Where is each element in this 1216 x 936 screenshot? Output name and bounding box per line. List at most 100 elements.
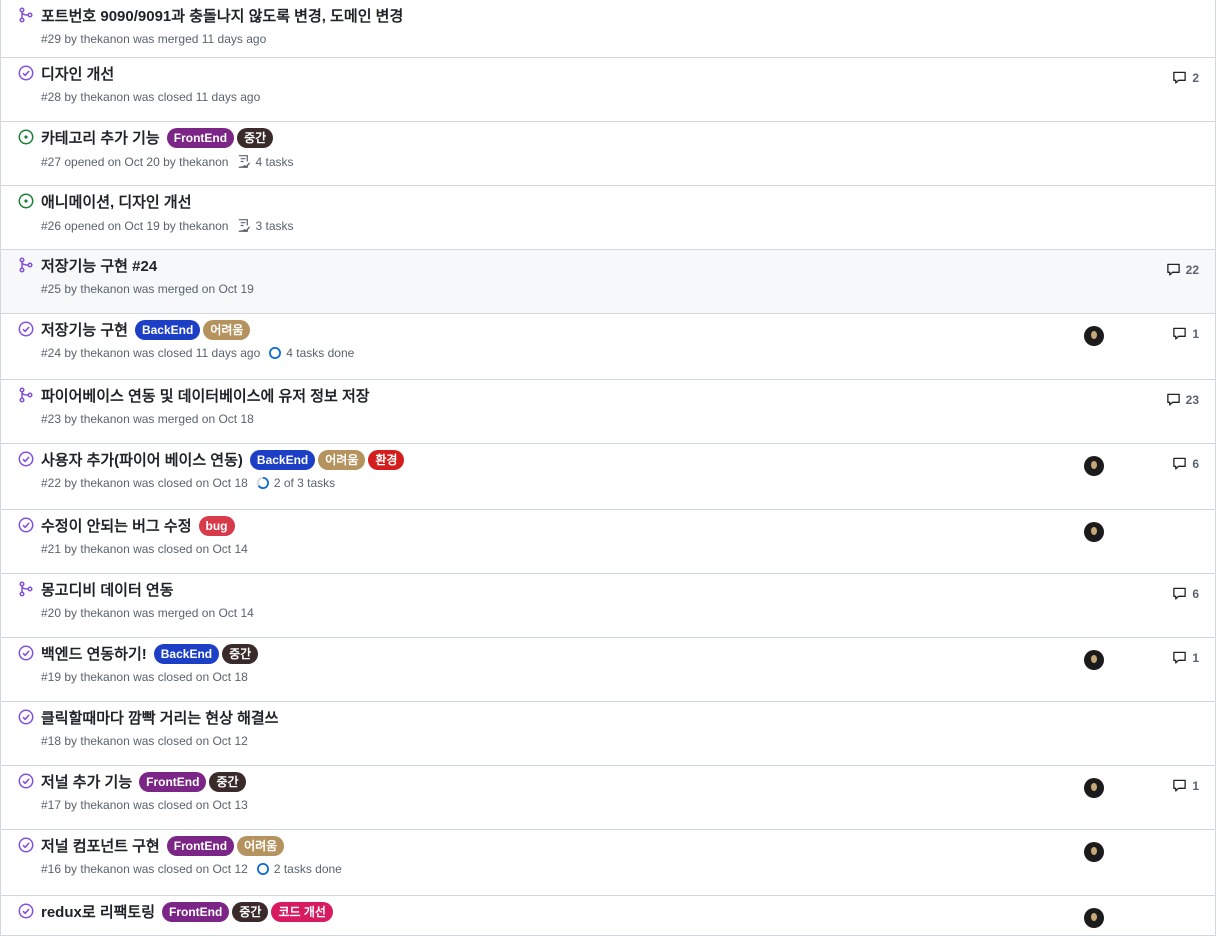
labels: FrontEnd 중간 [136, 771, 246, 792]
labels: FrontEnd 어려움 [164, 835, 285, 856]
issue-meta: #18 by thekanon was closed on Oct 12 [41, 734, 248, 748]
assignee-avatar[interactable] [1084, 778, 1104, 798]
label-badge[interactable]: bug [198, 515, 235, 536]
title-line: 디자인 개선 [41, 63, 114, 84]
comment-icon [1172, 650, 1192, 665]
task-progress: 4 tasks [236, 154, 294, 169]
list-item[interactable]: 디자인 개선 #28 by thekanon was closed 11 days… [1, 58, 1215, 122]
task-progress-text: 4 tasks [255, 154, 294, 169]
comment-count: 2 [1192, 70, 1199, 85]
closed-state-icon [18, 645, 34, 661]
list-item[interactable]: 저널 추가 기능 FrontEnd 중간 #17 by thekanon was cl… [1, 766, 1215, 830]
task-progress: 2 of 3 tasks [256, 476, 335, 490]
title-line: 저널 컴포넌트 구현 FrontEnd 어려움 [41, 835, 285, 856]
issue-meta-text: #20 by thekanon was merged on Oct 14 [41, 606, 254, 620]
list-item[interactable]: 사용자 추가(파이어 베이스 연동) BackEnd 어려움 환경 #22 by the… [1, 444, 1215, 510]
label-badge[interactable]: FrontEnd [166, 127, 235, 148]
title-line: 백엔드 연동하기! BackEnd 중간 [41, 643, 259, 664]
closed-state-icon [18, 903, 34, 919]
list-item[interactable]: 클릭할때마다 깜빡 거리는 현상 해결쓰 #18 by thekanon was … [1, 702, 1215, 766]
labels: BackEnd 어려움 [132, 319, 251, 340]
issue-meta: #26 opened on Oct 19 by thekanon 3 tasks [41, 218, 294, 233]
assignee-avatar[interactable] [1084, 842, 1104, 862]
issue-title-link[interactable]: 저널 추가 기능 [41, 771, 132, 792]
label-badge[interactable]: BackEnd [134, 319, 201, 340]
list-item[interactable]: 백엔드 연동하기! BackEnd 중간 #19 by thekanon was cl… [1, 638, 1215, 702]
list-item[interactable]: redux로 리팩토링 FrontEnd 중간 코드 개선 [1, 896, 1215, 936]
title-line: 애니메이션, 디자인 개선 [41, 191, 192, 212]
issue-meta-text: #21 by thekanon was closed on Oct 14 [41, 542, 248, 556]
label-badge[interactable]: 코드 개선 [271, 901, 333, 922]
assignee-avatar[interactable] [1084, 522, 1104, 542]
comments-link[interactable]: 1 [1172, 650, 1199, 665]
list-item[interactable]: 저장기능 구현 #24 #25 by thekanon was merged on… [1, 250, 1215, 314]
issue-meta: #17 by thekanon was closed on Oct 13 [41, 798, 248, 812]
title-line: 클릭할때마다 깜빡 거리는 현상 해결쓰 [41, 707, 278, 728]
labels: BackEnd 중간 [151, 643, 259, 664]
label-badge[interactable]: FrontEnd [166, 835, 235, 856]
comments-link[interactable]: 2 [1172, 70, 1199, 85]
issue-title-link[interactable]: redux로 리팩토링 [41, 901, 155, 922]
list-item[interactable]: 저장기능 구현 BackEnd 어려움 #24 by thekanon was clo… [1, 314, 1215, 380]
assignee-avatar[interactable] [1084, 326, 1104, 346]
list-item[interactable]: 애니메이션, 디자인 개선 #26 opened on Oct 19 by the… [1, 186, 1215, 250]
issue-meta: #22 by thekanon was closed on Oct 18 2 of… [41, 476, 335, 490]
label-badge[interactable]: FrontEnd [162, 901, 230, 922]
comment-icon [1172, 70, 1192, 85]
list-item[interactable]: 몽고디비 데이터 연동 #20 by thekanon was merged on… [1, 574, 1215, 638]
merged-state-icon [18, 7, 34, 23]
comment-count: 6 [1192, 456, 1199, 471]
comments-link[interactable]: 6 [1172, 456, 1199, 471]
issue-title-link[interactable]: 수정이 안되는 버그 수정 [41, 515, 192, 536]
label-badge[interactable]: 중간 [222, 643, 259, 664]
label-badge[interactable]: 중간 [237, 127, 274, 148]
task-progress-icon [268, 346, 286, 360]
list-item[interactable]: 파이어베이스 연동 및 데이터베이스에 유저 정보 저장 #23 by theka… [1, 380, 1215, 444]
closed-state-icon [18, 709, 34, 725]
issue-title-link[interactable]: 포트번호 9090/9091과 충돌나지 않도록 변경, 도메인 변경 [41, 5, 403, 26]
list-item[interactable]: 카테고리 추가 기능 FrontEnd 중간 #27 opened on Oct 20… [1, 122, 1215, 186]
label-badge[interactable]: 어려움 [203, 319, 251, 340]
label-badge[interactable]: 어려움 [237, 835, 285, 856]
task-progress-text: 2 of 3 tasks [273, 476, 336, 490]
issue-title-link[interactable]: 디자인 개선 [41, 63, 114, 84]
comments-link[interactable]: 1 [1172, 778, 1199, 793]
issue-meta: #16 by thekanon was closed on Oct 12 2 ta… [41, 862, 342, 876]
comments-link[interactable]: 22 [1166, 262, 1199, 277]
issue-title-link[interactable]: 저장기능 구현 #24 [41, 255, 157, 276]
issue-title-link[interactable]: 파이어베이스 연동 및 데이터베이스에 유저 정보 저장 [41, 385, 370, 406]
task-progress-text: 4 tasks done [286, 346, 355, 360]
label-badge[interactable]: 환경 [368, 449, 405, 470]
assignee-avatar[interactable] [1084, 650, 1104, 670]
list-item[interactable]: 저널 컴포넌트 구현 FrontEnd 어려움 #16 by thekanon was… [1, 830, 1215, 896]
comment-icon [1166, 262, 1186, 277]
issue-title-link[interactable]: 클릭할때마다 깜빡 거리는 현상 해결쓰 [41, 707, 278, 728]
label-badge[interactable]: 중간 [232, 901, 269, 922]
list-item[interactable]: 수정이 안되는 버그 수정 bug #21 by thekanon was clos… [1, 510, 1215, 574]
assignee-avatar[interactable] [1084, 908, 1104, 928]
issue-title-link[interactable]: 몽고디비 데이터 연동 [41, 579, 174, 600]
comments-link[interactable]: 1 [1172, 326, 1199, 341]
comments-link[interactable]: 23 [1166, 392, 1199, 407]
open-state-icon [18, 193, 34, 209]
issue-title-link[interactable]: 사용자 추가(파이어 베이스 연동) [41, 449, 243, 470]
issue-title-link[interactable]: 저장기능 구현 [41, 319, 128, 340]
label-badge[interactable]: 중간 [209, 771, 246, 792]
label-badge[interactable]: FrontEnd [139, 771, 207, 792]
label-badge[interactable]: 어려움 [318, 449, 366, 470]
comments-link[interactable]: 6 [1172, 586, 1199, 601]
list-item[interactable]: 포트번호 9090/9091과 충돌나지 않도록 변경, 도메인 변경 #29 b… [1, 0, 1215, 58]
issue-title-link[interactable]: 애니메이션, 디자인 개선 [41, 191, 192, 212]
merged-state-icon [18, 257, 34, 273]
issue-title-link[interactable]: 저널 컴포넌트 구현 [41, 835, 160, 856]
title-line: 수정이 안되는 버그 수정 bug [41, 515, 235, 536]
assignee-avatar[interactable] [1084, 456, 1104, 476]
issue-title-link[interactable]: 카테고리 추가 기능 [41, 127, 160, 148]
label-badge[interactable]: BackEnd [249, 449, 316, 470]
label-badge[interactable]: BackEnd [153, 643, 220, 664]
issue-meta: #27 opened on Oct 20 by thekanon 4 tasks [41, 154, 294, 169]
title-line: 저장기능 구현 #24 [41, 255, 157, 276]
comment-count: 23 [1185, 392, 1199, 407]
issue-title-link[interactable]: 백엔드 연동하기! [41, 643, 147, 664]
issue-meta-text: #18 by thekanon was closed on Oct 12 [41, 734, 248, 748]
